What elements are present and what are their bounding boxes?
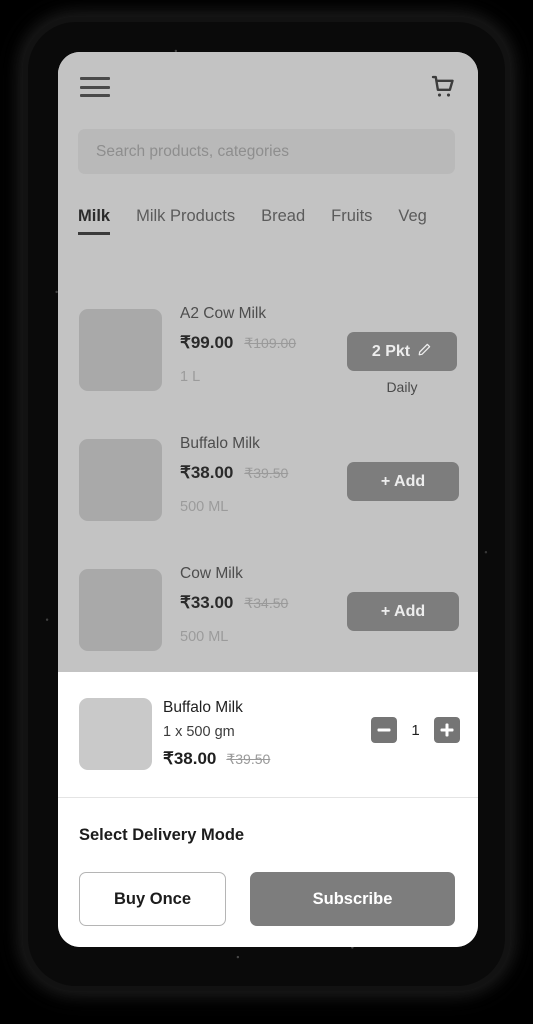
product-image-placeholder (79, 439, 162, 521)
phone-screen: Search products, categories Milk Milk Pr… (58, 52, 478, 947)
tab-fruits[interactable]: Fruits (331, 207, 372, 235)
product-image-placeholder (79, 309, 162, 391)
buy-once-label: Buy Once (113, 889, 192, 908)
subscribe-label: Subscribe (312, 889, 393, 908)
product-strike-price: ₹39.50 (244, 465, 289, 481)
product-name: A2 Cow Milk (180, 305, 267, 322)
cart-item-quantity-text: 1 x 500 gm (163, 724, 235, 740)
product-price-group: ₹38.00 ₹39.50 (180, 463, 288, 483)
search-placeholder: Search products, categories (96, 142, 289, 160)
pencil-edit-icon (417, 342, 432, 362)
edit-subscription-button[interactable]: 2 Pkt (347, 332, 457, 371)
quantity-stepper[interactable]: 1 (371, 717, 460, 743)
cart-item-name: Buffalo Milk (163, 699, 243, 716)
screenshot-root: Search products, categories Milk Milk Pr… (0, 0, 533, 1024)
app-bar (58, 52, 478, 124)
product-row[interactable]: Buffalo Milk ₹38.00 ₹39.50 500 ML + Add (58, 427, 478, 557)
buy-once-button[interactable]: Buy Once (79, 872, 226, 926)
product-row[interactable]: A2 Cow Milk ₹99.00 ₹109.00 1 L 2 Pkt Dai… (58, 297, 478, 427)
product-price-group: ₹33.00 ₹34.50 (180, 593, 288, 613)
cart-line-item: Buffalo Milk 1 x 500 gm ₹38.00 ₹39.50 1 (58, 672, 478, 797)
product-price-group: ₹99.00 ₹109.00 (180, 333, 296, 353)
subscribe-button[interactable]: Subscribe (250, 872, 455, 926)
hamburger-menu-icon[interactable] (80, 74, 110, 100)
tab-label: Milk Products (136, 207, 236, 225)
delivery-mode-bottom-sheet: Buffalo Milk 1 x 500 gm ₹38.00 ₹39.50 1 … (58, 672, 478, 947)
product-action-group: + Add (347, 462, 459, 501)
product-name: Cow Milk (180, 565, 243, 582)
product-size: 500 ML (180, 499, 229, 515)
tab-milk[interactable]: Milk (78, 207, 111, 235)
product-action-group: + Add (347, 592, 459, 631)
minus-icon[interactable] (371, 717, 397, 743)
product-size: 500 ML (180, 629, 229, 645)
quantity-value: 1 (411, 721, 420, 739)
add-to-cart-button[interactable]: + Add (347, 592, 459, 631)
product-strike-price: ₹34.50 (244, 595, 289, 611)
cart-item-strike-price: ₹39.50 (226, 751, 271, 767)
cart-item-image-placeholder (79, 698, 152, 770)
add-button-label: + Add (380, 602, 426, 620)
tab-veg[interactable]: Veg (398, 207, 426, 235)
plus-icon[interactable] (434, 717, 460, 743)
delivery-mode-options: Buy Once Subscribe (58, 845, 478, 926)
cart-item-price-group: ₹38.00 ₹39.50 (163, 749, 270, 769)
product-price: ₹33.00 (180, 593, 234, 612)
tab-label: Milk (78, 207, 111, 225)
subscription-qty-label: 2 Pkt (371, 342, 411, 360)
tab-milk-products[interactable]: Milk Products (136, 207, 235, 235)
delivery-mode-title: Select Delivery Mode (79, 826, 245, 844)
product-price: ₹99.00 (180, 333, 234, 352)
catalog-scrim-layer: Search products, categories Milk Milk Pr… (58, 52, 478, 672)
add-button-label: + Add (380, 472, 426, 490)
category-tabs[interactable]: Milk Milk Products Bread Fruits Veg (58, 207, 478, 252)
tab-label: Bread (261, 207, 306, 225)
product-name: Buffalo Milk (180, 435, 260, 452)
product-image-placeholder (79, 569, 162, 651)
cart-item-price: ₹38.00 (163, 749, 217, 768)
tab-label: Veg (398, 207, 427, 225)
product-strike-price: ₹109.00 (244, 335, 297, 351)
add-to-cart-button[interactable]: + Add (347, 462, 459, 501)
product-price: ₹38.00 (180, 463, 234, 482)
search-input[interactable]: Search products, categories (78, 129, 455, 174)
tab-bread[interactable]: Bread (261, 207, 305, 235)
product-action-group: 2 Pkt Daily (347, 332, 457, 395)
tab-label: Fruits (331, 207, 373, 225)
product-row[interactable]: Cow Milk ₹33.00 ₹34.50 500 ML + Add (58, 557, 478, 687)
product-size: 1 L (180, 369, 201, 385)
subscription-frequency: Daily (386, 379, 418, 395)
shopping-cart-icon[interactable] (428, 72, 458, 102)
